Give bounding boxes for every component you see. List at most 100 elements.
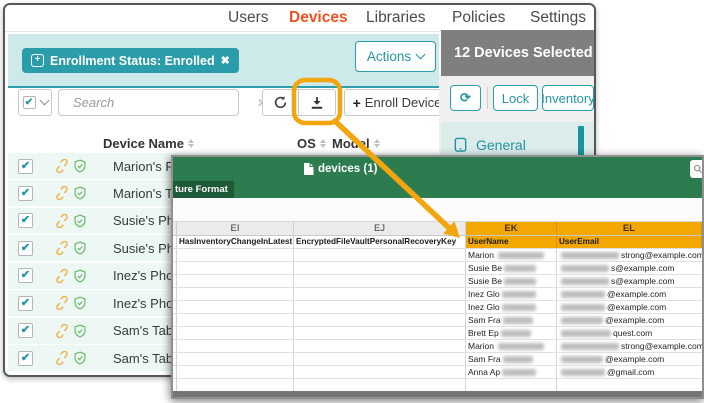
sheet-row: Sam Fra @example.com: [173, 353, 702, 366]
useremail-cell: s@example.com: [557, 275, 702, 287]
refresh-icon: [273, 95, 288, 110]
link-slash-icon: [55, 351, 69, 365]
useremail-cell: @gmail.com: [557, 366, 702, 378]
device-name: Inez's Pho: [113, 268, 173, 283]
username-cell: Sam Fra: [466, 353, 557, 365]
device-name: Sam's Tab: [113, 323, 173, 338]
useremail-cell: @example.com: [557, 288, 702, 300]
section-general-label: General: [476, 137, 526, 153]
select-all-checkbox[interactable]: ✔: [23, 96, 36, 109]
select-all-dropdown[interactable]: ✔: [18, 89, 52, 116]
row-checkbox[interactable]: ✔: [18, 186, 33, 201]
nav-item-devices[interactable]: Devices: [289, 9, 348, 27]
row-checkbox[interactable]: ✔: [18, 213, 33, 228]
divider: [487, 87, 488, 109]
link-slash-icon: [55, 269, 69, 283]
nav-item-policies[interactable]: Policies: [452, 9, 505, 27]
filter-panel: + Enrollment Status: Enrolled ✖ Actions: [8, 34, 439, 88]
link-slash-icon: [55, 241, 69, 255]
sort-icon[interactable]: [374, 139, 380, 148]
column-header-os[interactable]: OS: [297, 136, 326, 151]
column-letter-el[interactable]: EL: [557, 222, 702, 235]
model-header-label: Model: [332, 136, 370, 151]
spreadsheet-window: devices (1) ture Format EI EJ EK EL HasI…: [171, 155, 704, 399]
shield-check-icon: [73, 351, 87, 365]
refresh-list-button[interactable]: [262, 89, 299, 116]
device-name: Sam's Tab: [113, 351, 173, 366]
spreadsheet-titlebar: devices (1): [173, 157, 702, 181]
link-slash-icon: [55, 296, 69, 310]
row-checkbox[interactable]: ✔: [18, 159, 33, 174]
username-cell: Marion: [466, 340, 557, 352]
useremail-cell: s@example.com: [557, 262, 702, 274]
sort-icon[interactable]: [320, 139, 326, 148]
ribbon-tab-picture-format[interactable]: ture Format: [173, 181, 234, 198]
username-cell: Brett Ep: [466, 327, 557, 339]
row-checkbox[interactable]: ✔: [18, 268, 33, 283]
shield-check-icon: [73, 296, 87, 310]
username-cell: Inez Glo: [466, 288, 557, 300]
field-hasinventorychange: HasInventoryChangeInLatest: [177, 236, 294, 248]
link-slash-icon: [55, 159, 69, 173]
sheet-row: Brett Ep quest.com: [173, 327, 702, 340]
formula-bar-area: [173, 198, 702, 222]
enrollment-filter-chip[interactable]: + Enrollment Status: Enrolled ✖: [22, 48, 239, 73]
shield-check-icon: [73, 324, 87, 338]
device-search[interactable]: ✕: [58, 89, 239, 116]
sheet-row: Anna Ap @gmail.com: [173, 366, 702, 379]
sheet-row: Susie Be s@example.com: [173, 275, 702, 288]
lock-button[interactable]: Lock: [493, 85, 538, 111]
useremail-cell: @example.com: [557, 314, 702, 326]
sheet-row: Susie Be s@example.com: [173, 262, 702, 275]
shield-check-icon: [73, 214, 87, 228]
actions-label: Actions: [367, 49, 411, 64]
username-cell: Marion: [466, 249, 557, 261]
column-header-device-name[interactable]: Device Name: [103, 136, 194, 151]
field-name-row: HasInventoryChangeInLatest EncryptedFile…: [173, 236, 702, 249]
device-icon: [453, 137, 468, 153]
username-cell: Susie Be: [466, 275, 557, 287]
screenshot-root: Users Devices Libraries Policies Setting…: [0, 0, 704, 403]
titlebar-search-button[interactable]: [690, 160, 704, 178]
chevron-down-icon: [39, 96, 49, 106]
useremail-cell: @example.com: [557, 353, 702, 365]
column-letter-ei[interactable]: EI: [177, 222, 294, 235]
field-encryptedfilevault: EncryptedFileVaultPersonalRecoveryKey: [294, 236, 466, 248]
inventory-button[interactable]: Inventory: [542, 85, 594, 111]
sheet-row: Marion strong@example.com: [173, 249, 702, 262]
row-checkbox[interactable]: ✔: [18, 323, 33, 338]
selection-count-label: 12 Devices Selected: [454, 45, 593, 61]
sort-icon[interactable]: [188, 139, 194, 148]
column-letter-ek[interactable]: EK: [466, 222, 557, 235]
field-useremail: UserEmail: [557, 236, 702, 248]
enroll-device-button[interactable]: + Enroll Device: [344, 89, 450, 116]
shield-check-icon: [73, 159, 87, 173]
nav-item-users[interactable]: Users: [228, 9, 268, 27]
useremail-cell: strong@example.com: [557, 340, 702, 352]
nav-item-libraries[interactable]: Libraries: [366, 9, 425, 27]
actions-button[interactable]: Actions: [355, 41, 436, 72]
device-name: Marion's P: [113, 159, 174, 174]
link-slash-icon: [55, 324, 69, 338]
column-header-model[interactable]: Model: [332, 136, 380, 151]
username-cell: Susie Be: [466, 262, 557, 274]
chip-remove-icon[interactable]: ✖: [221, 54, 230, 67]
row-checkbox[interactable]: ✔: [18, 351, 33, 366]
shield-check-icon: [73, 186, 87, 200]
search-input[interactable]: [73, 95, 251, 110]
nav-item-settings[interactable]: Settings: [530, 9, 586, 27]
os-header-label: OS: [297, 136, 316, 151]
panel-refresh-button[interactable]: ⟳: [450, 85, 481, 111]
download-icon: [310, 96, 324, 110]
export-download-button[interactable]: [298, 89, 336, 116]
refresh-icon: ⟳: [460, 90, 471, 106]
device-name-header-label: Device Name: [103, 136, 184, 151]
enroll-device-label: Enroll Device: [365, 95, 442, 110]
column-letter-ej[interactable]: EJ: [294, 222, 466, 235]
link-slash-icon: [55, 186, 69, 200]
spreadsheet-bottom-edge: [173, 391, 702, 397]
document-icon: [303, 162, 314, 176]
chevron-down-icon: [416, 50, 426, 60]
row-checkbox[interactable]: ✔: [18, 296, 33, 311]
row-checkbox[interactable]: ✔: [18, 241, 33, 256]
